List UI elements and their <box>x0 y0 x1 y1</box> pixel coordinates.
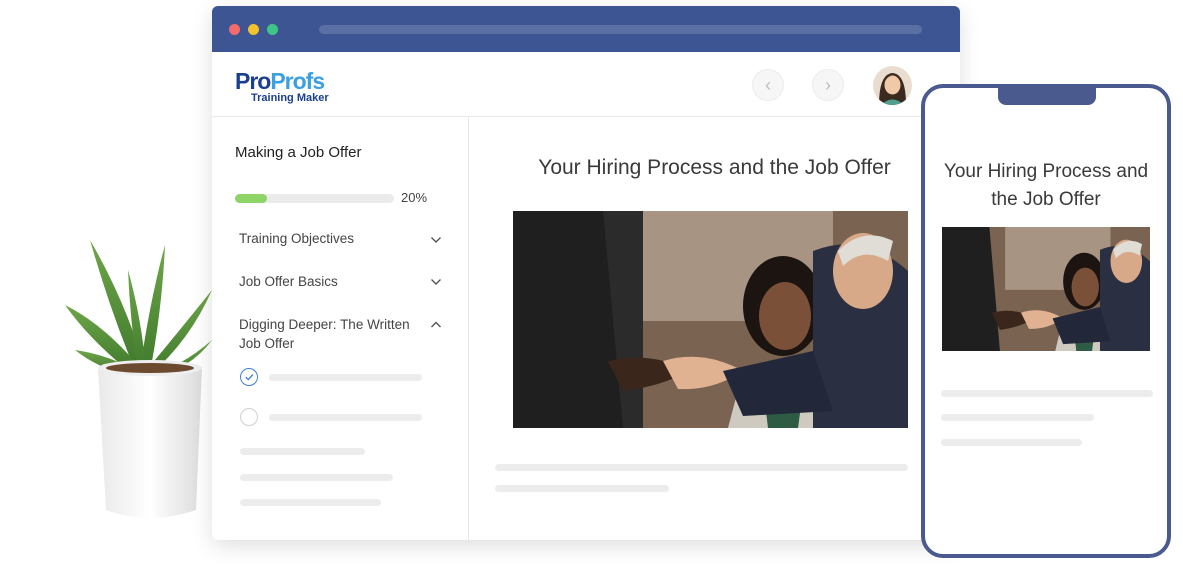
text-placeholder <box>240 474 393 481</box>
text-placeholder <box>495 464 908 471</box>
logo-subtitle: Training Maker <box>251 92 329 104</box>
chevron-right-icon: › <box>825 75 831 95</box>
phone-notch <box>998 84 1096 105</box>
text-placeholder <box>240 448 365 455</box>
course-progress-fill <box>235 194 267 203</box>
browser-title-bar <box>212 6 960 52</box>
user-avatar[interactable] <box>873 66 912 105</box>
close-window-dot[interactable] <box>229 24 240 35</box>
minimize-window-dot[interactable] <box>248 24 259 35</box>
browser-window: ProProfs Training Maker ‹ › Making a Job… <box>212 6 960 540</box>
mobile-preview-frame: Your Hiring Process and the Job Offer <box>921 84 1171 558</box>
logo-text-pro: Pro <box>235 68 271 94</box>
text-placeholder <box>941 390 1153 397</box>
lesson-content: Your Hiring Process and the Job Offer <box>469 116 960 540</box>
mobile-handshake-photo <box>942 227 1150 351</box>
course-progress-percent: 20% <box>401 190 428 205</box>
address-bar[interactable] <box>319 25 922 34</box>
course-sidebar: Making a Job Offer 20% Training Objectiv… <box>212 116 469 540</box>
course-progress-bar <box>235 194 394 203</box>
section-digging-deeper[interactable]: Digging Deeper: The Written Job Offer <box>239 315 419 353</box>
course-title: Making a Job Offer <box>235 144 362 161</box>
text-placeholder <box>240 499 381 506</box>
section-training-objectives[interactable]: Training Objectives <box>239 229 419 248</box>
potted-plant-image <box>50 230 220 530</box>
lesson-completed-check-icon[interactable] <box>240 368 258 386</box>
chevron-down-icon[interactable] <box>430 276 442 288</box>
chevron-down-icon[interactable] <box>430 234 442 246</box>
handshake-photo <box>513 211 908 428</box>
proprofs-logo[interactable]: ProProfs Training Maker <box>235 68 329 105</box>
chevron-up-icon[interactable] <box>430 319 442 331</box>
lesson-placeholder[interactable] <box>269 374 422 381</box>
mobile-lesson-title: Your Hiring Process and the Job Offer <box>943 161 1149 210</box>
logo-text-profs: Profs <box>270 68 325 94</box>
lesson-placeholder[interactable] <box>269 414 422 421</box>
chevron-left-icon: ‹ <box>765 75 771 95</box>
text-placeholder <box>941 439 1082 446</box>
text-placeholder <box>495 485 669 492</box>
previous-page-button[interactable]: ‹ <box>752 69 784 101</box>
lesson-title: Your Hiring Process and the Job Offer <box>538 156 891 179</box>
text-placeholder <box>941 414 1094 421</box>
next-page-button[interactable]: › <box>812 69 844 101</box>
app-header: ProProfs Training Maker ‹ › <box>212 52 960 117</box>
lesson-incomplete-circle-icon[interactable] <box>240 408 258 426</box>
section-job-offer-basics[interactable]: Job Offer Basics <box>239 272 419 291</box>
maximize-window-dot[interactable] <box>267 24 278 35</box>
